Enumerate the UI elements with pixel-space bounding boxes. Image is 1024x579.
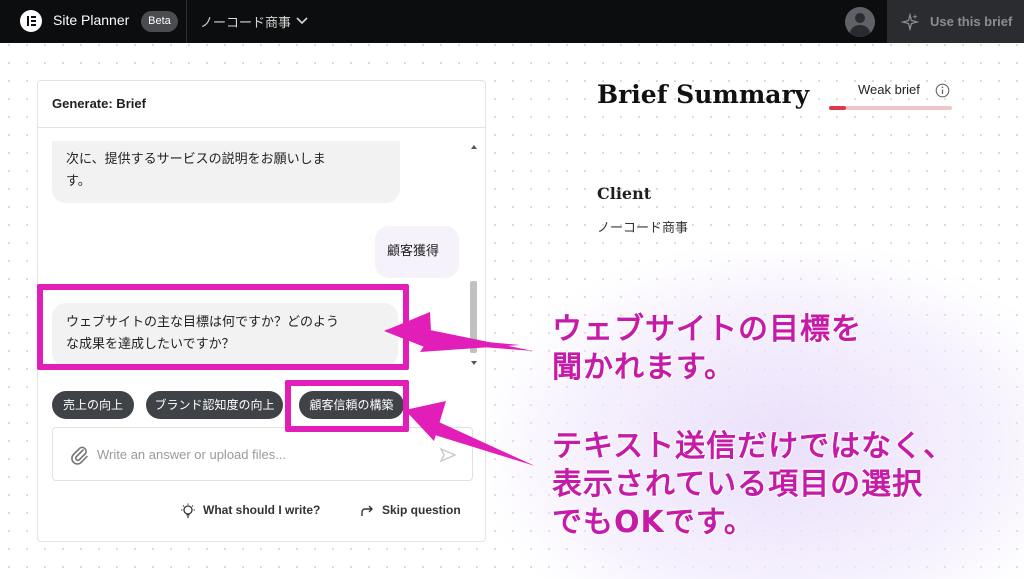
- arrow-to-question: [384, 312, 533, 352]
- arrow-to-chip: [405, 401, 535, 466]
- annotation-note-selection: テキスト送信だけではなく、 表示されている項目の選択 でもOKです。: [552, 429, 955, 540]
- annotation-note-goal: ウェブサイトの目標を 聞かれます。: [552, 312, 862, 385]
